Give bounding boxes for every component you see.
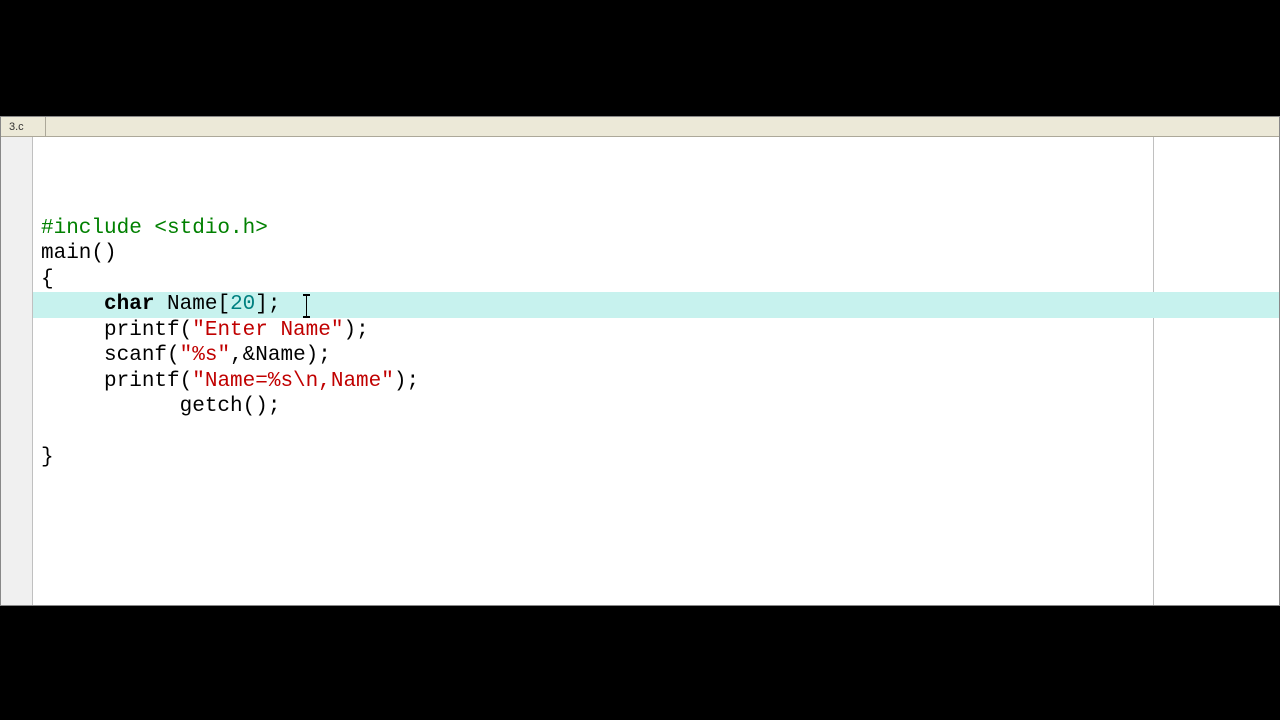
code-text: ); xyxy=(394,370,419,393)
code-text: ); xyxy=(343,319,368,342)
indent xyxy=(41,293,104,316)
code-container: #include <stdio.h>main() { char Name[20];… xyxy=(1,137,1279,605)
gutter xyxy=(1,137,33,605)
indent xyxy=(41,319,104,342)
code-text: Name[ xyxy=(154,293,230,316)
code-line: #include <stdio.h> xyxy=(41,216,1279,242)
code-line xyxy=(41,420,1279,446)
code-area[interactable]: #include <stdio.h>main() { char Name[20];… xyxy=(33,137,1279,605)
code-line: printf("Enter Name"); xyxy=(41,318,1279,344)
code-line: getch(); xyxy=(41,394,1279,420)
tab-label: 3.c xyxy=(9,121,24,133)
code-line: printf("Name=%s\n,Name"); xyxy=(41,369,1279,395)
preproc-token: #include <stdio.h> xyxy=(41,217,268,240)
code-text: main() xyxy=(41,242,117,265)
code-text: } xyxy=(41,446,54,469)
file-tab[interactable]: 3.c xyxy=(1,117,46,136)
code-text: printf( xyxy=(104,370,192,393)
code-text: { xyxy=(41,268,54,291)
indent xyxy=(41,395,180,418)
string-token: "Name=%s\n,Name" xyxy=(192,370,394,393)
tab-bar: 3.c xyxy=(1,117,1279,137)
editor-window: 3.c #include <stdio.h>main() { char Name[… xyxy=(0,116,1280,606)
code-text: getch(); xyxy=(180,395,281,418)
text-cursor-icon xyxy=(306,296,307,316)
indent xyxy=(41,344,104,367)
indent xyxy=(41,370,104,393)
code-text: ,&Name); xyxy=(230,344,331,367)
code-text: scanf( xyxy=(104,344,180,367)
string-token: "Enter Name" xyxy=(192,319,343,342)
code-line: { xyxy=(41,267,1279,293)
code-line-highlighted: char Name[20]; xyxy=(33,292,1279,318)
string-token: "%s" xyxy=(180,344,230,367)
code-text: ]; xyxy=(255,293,305,316)
code-text: printf( xyxy=(104,319,192,342)
code-line: } xyxy=(41,445,1279,471)
number-token: 20 xyxy=(230,293,255,316)
keyword-token: char xyxy=(104,293,154,316)
right-margin-line xyxy=(1153,137,1154,605)
code-line: main() xyxy=(41,241,1279,267)
code-line: scanf("%s",&Name); xyxy=(41,343,1279,369)
